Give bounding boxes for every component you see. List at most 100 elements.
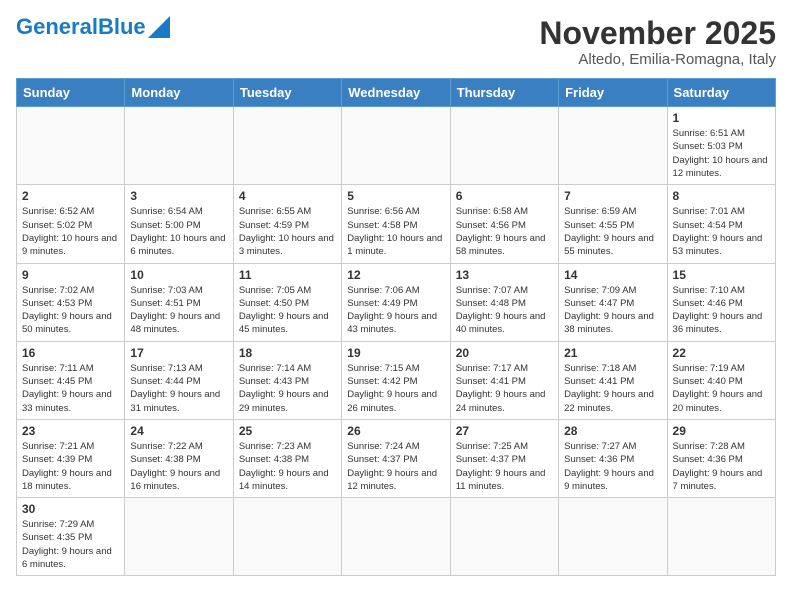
day-number: 4: [239, 189, 336, 203]
day-number: 14: [564, 268, 661, 282]
title-block: November 2025 Altedo, Emilia-Romagna, It…: [539, 16, 776, 68]
header-tuesday: Tuesday: [233, 79, 341, 107]
calendar-cell: 15 Sunrise: 7:10 AM Sunset: 4:46 PM Dayli…: [667, 263, 775, 341]
logo-text: GeneralBlue: [16, 16, 146, 38]
day-number: 15: [673, 268, 770, 282]
calendar-cell: 29 Sunrise: 7:28 AM Sunset: 4:36 PM Dayli…: [667, 419, 775, 497]
day-number: 7: [564, 189, 661, 203]
header-sunday: Sunday: [17, 79, 125, 107]
day-info: Sunrise: 7:28 AM Sunset: 4:36 PM Dayligh…: [673, 440, 770, 493]
day-number: 30: [22, 502, 119, 516]
week-row-2: 2 Sunrise: 6:52 AM Sunset: 5:02 PM Daylig…: [17, 185, 776, 263]
day-number: 11: [239, 268, 336, 282]
day-number: 17: [130, 346, 227, 360]
day-number: 21: [564, 346, 661, 360]
calendar-cell: 1Sunrise: 6:51 AM Sunset: 5:03 PM Daylig…: [667, 107, 775, 185]
day-number: 5: [347, 189, 444, 203]
day-info: Sunrise: 6:51 AM Sunset: 5:03 PM Dayligh…: [673, 127, 770, 180]
calendar-cell: 12 Sunrise: 7:06 AM Sunset: 4:49 PM Dayli…: [342, 263, 450, 341]
day-number: 29: [673, 424, 770, 438]
calendar-cell: [667, 498, 775, 576]
day-number: 8: [673, 189, 770, 203]
day-info: Sunrise: 7:05 AM Sunset: 4:50 PM Dayligh…: [239, 284, 336, 337]
calendar-table: Sunday Monday Tuesday Wednesday Thursday…: [16, 78, 776, 576]
weekday-header-row: Sunday Monday Tuesday Wednesday Thursday…: [17, 79, 776, 107]
week-row-4: 16 Sunrise: 7:11 AM Sunset: 4:45 PM Dayli…: [17, 341, 776, 419]
calendar-cell: 24 Sunrise: 7:22 AM Sunset: 4:38 PM Dayli…: [125, 419, 233, 497]
calendar-cell: 11 Sunrise: 7:05 AM Sunset: 4:50 PM Dayli…: [233, 263, 341, 341]
day-info: Sunrise: 7:24 AM Sunset: 4:37 PM Dayligh…: [347, 440, 444, 493]
logo: GeneralBlue: [16, 16, 170, 38]
calendar-cell: [17, 107, 125, 185]
day-info: Sunrise: 7:11 AM Sunset: 4:45 PM Dayligh…: [22, 362, 119, 415]
calendar-title: November 2025: [539, 16, 776, 51]
calendar-cell: 4Sunrise: 6:55 AM Sunset: 4:59 PM Daylig…: [233, 185, 341, 263]
week-row-1: 1Sunrise: 6:51 AM Sunset: 5:03 PM Daylig…: [17, 107, 776, 185]
day-info: Sunrise: 7:07 AM Sunset: 4:48 PM Dayligh…: [456, 284, 553, 337]
day-number: 24: [130, 424, 227, 438]
calendar-cell: 22 Sunrise: 7:19 AM Sunset: 4:40 PM Dayli…: [667, 341, 775, 419]
calendar-cell: 7 Sunrise: 6:59 AM Sunset: 4:55 PM Daylig…: [559, 185, 667, 263]
calendar-cell: [233, 498, 341, 576]
calendar-cell: 28 Sunrise: 7:27 AM Sunset: 4:36 PM Dayli…: [559, 419, 667, 497]
week-row-3: 9 Sunrise: 7:02 AM Sunset: 4:53 PM Daylig…: [17, 263, 776, 341]
calendar-cell: 25 Sunrise: 7:23 AM Sunset: 4:38 PM Dayli…: [233, 419, 341, 497]
calendar-cell: 18Sunrise: 7:14 AM Sunset: 4:43 PM Dayli…: [233, 341, 341, 419]
day-info: Sunrise: 7:27 AM Sunset: 4:36 PM Dayligh…: [564, 440, 661, 493]
header-wednesday: Wednesday: [342, 79, 450, 107]
day-number: 22: [673, 346, 770, 360]
day-info: Sunrise: 7:29 AM Sunset: 4:35 PM Dayligh…: [22, 518, 119, 571]
day-info: Sunrise: 7:18 AM Sunset: 4:41 PM Dayligh…: [564, 362, 661, 415]
day-number: 28: [564, 424, 661, 438]
day-info: Sunrise: 7:13 AM Sunset: 4:44 PM Dayligh…: [130, 362, 227, 415]
calendar-cell: 17 Sunrise: 7:13 AM Sunset: 4:44 PM Dayli…: [125, 341, 233, 419]
calendar-cell: 26 Sunrise: 7:24 AM Sunset: 4:37 PM Dayli…: [342, 419, 450, 497]
calendar-cell: [342, 107, 450, 185]
day-info: Sunrise: 6:58 AM Sunset: 4:56 PM Dayligh…: [456, 205, 553, 258]
header-monday: Monday: [125, 79, 233, 107]
day-number: 12: [347, 268, 444, 282]
day-info: Sunrise: 7:22 AM Sunset: 4:38 PM Dayligh…: [130, 440, 227, 493]
calendar-cell: 10 Sunrise: 7:03 AM Sunset: 4:51 PM Dayli…: [125, 263, 233, 341]
calendar-cell: 2 Sunrise: 6:52 AM Sunset: 5:02 PM Daylig…: [17, 185, 125, 263]
calendar-cell: 13 Sunrise: 7:07 AM Sunset: 4:48 PM Dayli…: [450, 263, 558, 341]
week-row-6: 30 Sunrise: 7:29 AM Sunset: 4:35 PM Dayli…: [17, 498, 776, 576]
day-number: 2: [22, 189, 119, 203]
calendar-cell: 14 Sunrise: 7:09 AM Sunset: 4:47 PM Dayli…: [559, 263, 667, 341]
calendar-cell: [450, 107, 558, 185]
day-info: Sunrise: 7:03 AM Sunset: 4:51 PM Dayligh…: [130, 284, 227, 337]
day-info: Sunrise: 7:10 AM Sunset: 4:46 PM Dayligh…: [673, 284, 770, 337]
calendar-cell: 6Sunrise: 6:58 AM Sunset: 4:56 PM Daylig…: [450, 185, 558, 263]
day-number: 26: [347, 424, 444, 438]
day-info: Sunrise: 7:06 AM Sunset: 4:49 PM Dayligh…: [347, 284, 444, 337]
day-number: 19: [347, 346, 444, 360]
calendar-cell: 19Sunrise: 7:15 AM Sunset: 4:42 PM Dayli…: [342, 341, 450, 419]
day-number: 13: [456, 268, 553, 282]
calendar-cell: 27Sunrise: 7:25 AM Sunset: 4:37 PM Dayli…: [450, 419, 558, 497]
day-info: Sunrise: 6:59 AM Sunset: 4:55 PM Dayligh…: [564, 205, 661, 258]
day-number: 10: [130, 268, 227, 282]
calendar-cell: [125, 498, 233, 576]
day-info: Sunrise: 7:02 AM Sunset: 4:53 PM Dayligh…: [22, 284, 119, 337]
calendar-cell: 9 Sunrise: 7:02 AM Sunset: 4:53 PM Daylig…: [17, 263, 125, 341]
day-info: Sunrise: 6:52 AM Sunset: 5:02 PM Dayligh…: [22, 205, 119, 258]
day-info: Sunrise: 7:17 AM Sunset: 4:41 PM Dayligh…: [456, 362, 553, 415]
page-header: GeneralBlue November 2025 Altedo, Emilia…: [16, 16, 776, 68]
day-info: Sunrise: 6:54 AM Sunset: 5:00 PM Dayligh…: [130, 205, 227, 258]
day-info: Sunrise: 6:56 AM Sunset: 4:58 PM Dayligh…: [347, 205, 444, 258]
calendar-cell: 20 Sunrise: 7:17 AM Sunset: 4:41 PM Dayli…: [450, 341, 558, 419]
day-info: Sunrise: 7:19 AM Sunset: 4:40 PM Dayligh…: [673, 362, 770, 415]
calendar-cell: [342, 498, 450, 576]
day-info: Sunrise: 7:23 AM Sunset: 4:38 PM Dayligh…: [239, 440, 336, 493]
calendar-cell: 30 Sunrise: 7:29 AM Sunset: 4:35 PM Dayli…: [17, 498, 125, 576]
calendar-cell: 8Sunrise: 7:01 AM Sunset: 4:54 PM Daylig…: [667, 185, 775, 263]
day-number: 27: [456, 424, 553, 438]
calendar-cell: 5 Sunrise: 6:56 AM Sunset: 4:58 PM Daylig…: [342, 185, 450, 263]
calendar-cell: 16 Sunrise: 7:11 AM Sunset: 4:45 PM Dayli…: [17, 341, 125, 419]
day-info: Sunrise: 7:09 AM Sunset: 4:47 PM Dayligh…: [564, 284, 661, 337]
day-number: 23: [22, 424, 119, 438]
day-number: 16: [22, 346, 119, 360]
day-number: 20: [456, 346, 553, 360]
day-number: 9: [22, 268, 119, 282]
day-number: 25: [239, 424, 336, 438]
